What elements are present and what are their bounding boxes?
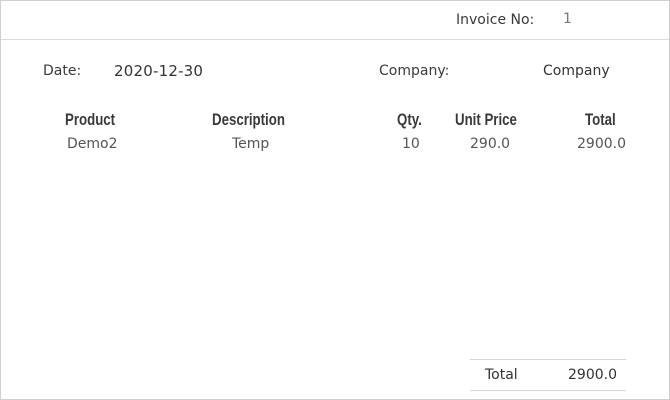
company-value: Company [543, 63, 610, 79]
grand-total-box: Total 2900.0 [470, 359, 626, 391]
cell-product: Demo2 [67, 136, 118, 152]
invoice-number-label: Invoice No: [456, 12, 535, 28]
company-label: Company: [379, 63, 450, 79]
column-header-unit-price: Unit Price [455, 110, 517, 129]
cell-description: Temp [232, 136, 270, 152]
grand-total-label: Total [485, 367, 518, 383]
grand-total-value: 2900.0 [568, 367, 617, 383]
column-header-description: Description [212, 110, 285, 129]
cell-unit-price: 290.0 [470, 136, 511, 152]
invoice-card: Invoice No: 1 Date: 2020-12-30 Company: … [0, 0, 670, 400]
cell-qty: 10 [402, 136, 420, 152]
date-label: Date: [43, 63, 82, 79]
invoice-header: Invoice No: 1 [1, 1, 669, 40]
column-header-total: Total [585, 110, 616, 129]
date-value: 2020-12-30 [114, 62, 204, 80]
column-header-product: Product [65, 110, 116, 129]
invoice-number-value: 1 [563, 11, 572, 27]
cell-total: 2900.0 [577, 136, 626, 152]
column-header-qty: Qty. [397, 110, 422, 129]
